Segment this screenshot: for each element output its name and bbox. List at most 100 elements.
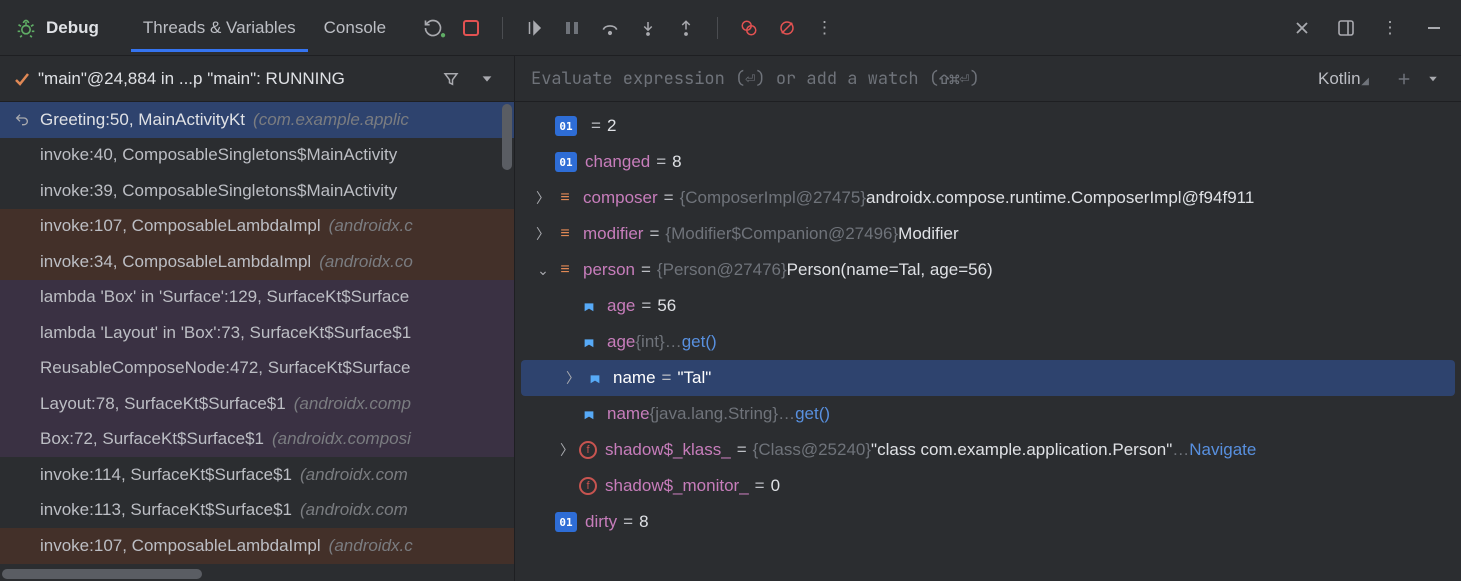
frame-label: lambda 'Layout' in 'Box':73, SurfaceKt$S… bbox=[40, 323, 411, 343]
step-over-icon[interactable] bbox=[599, 17, 621, 39]
int-icon: 01 bbox=[555, 512, 577, 532]
variable-action-link[interactable]: get() bbox=[682, 332, 717, 352]
add-watch-icon[interactable] bbox=[1393, 68, 1415, 90]
frame-row[interactable]: invoke:107, ComposableLambdaImpl (androi… bbox=[0, 528, 514, 564]
variable-value: "Tal" bbox=[677, 368, 711, 388]
debug-toolbar: ● ⋮ bbox=[422, 17, 836, 39]
frame-location: (androidx.com bbox=[300, 500, 408, 520]
debug-tab-bar: Debug Threads & Variables Console ● bbox=[0, 0, 1461, 56]
variables-tree[interactable]: ▸01= 2▸01changed = 8〉≡composer = {Compos… bbox=[515, 102, 1461, 581]
frame-location: (com.example.applic bbox=[253, 110, 409, 130]
chevron-down-icon[interactable] bbox=[474, 72, 500, 86]
pause-icon[interactable] bbox=[561, 17, 583, 39]
variable-value: 56 bbox=[657, 296, 676, 316]
frame-label: invoke:40, ComposableSingletons$MainActi… bbox=[40, 145, 397, 165]
variable-action-link[interactable]: get() bbox=[795, 404, 830, 424]
frames-pane: "main"@24,884 in ...p "main": RUNNING Gr… bbox=[0, 56, 515, 581]
language-selector[interactable]: Kotlin ◢ bbox=[1318, 69, 1369, 89]
vertical-scrollbar[interactable] bbox=[502, 104, 512, 170]
variable-value: Modifier bbox=[898, 224, 958, 244]
options-icon[interactable]: ⋮ bbox=[1379, 17, 1401, 39]
variable-value: 0 bbox=[771, 476, 780, 496]
variable-name: modifier bbox=[583, 224, 643, 244]
frame-row[interactable]: Box:72, SurfaceKt$Surface$1 (androidx.co… bbox=[0, 422, 514, 458]
horizontal-scrollbar[interactable] bbox=[2, 569, 202, 579]
evaluate-bar[interactable]: Evaluate expression (⏎) or add a watch (… bbox=[515, 56, 1461, 102]
frame-label: ReusableComposeNode:472, SurfaceKt$Surfa… bbox=[40, 358, 410, 378]
layout-icon[interactable] bbox=[1335, 17, 1357, 39]
frame-row[interactable]: lambda 'Layout' in 'Box':73, SurfaceKt$S… bbox=[0, 315, 514, 351]
variable-row[interactable]: ▸01changed = 8 bbox=[515, 144, 1461, 180]
frame-location: (androidx.composi bbox=[272, 429, 411, 449]
variable-row[interactable]: 〉fshadow$_klass_ = {Class@25240} "class … bbox=[515, 432, 1461, 468]
chevron-down-icon[interactable]: ⌄ bbox=[531, 262, 555, 279]
field-icon bbox=[579, 332, 599, 352]
variable-row[interactable]: ▸01= 2 bbox=[515, 108, 1461, 144]
int-icon: 01 bbox=[555, 152, 577, 172]
frame-location: (androidx.com bbox=[300, 465, 408, 485]
variable-row[interactable]: ▸fshadow$_monitor_ = 0 bbox=[515, 468, 1461, 504]
frame-label: invoke:114, SurfaceKt$Surface$1 bbox=[40, 465, 292, 485]
frame-label: Layout:78, SurfaceKt$Surface$1 bbox=[40, 394, 286, 414]
frame-row[interactable]: invoke:107, ComposableLambdaImpl (androi… bbox=[0, 209, 514, 245]
more-icon[interactable]: ⋮ bbox=[814, 17, 836, 39]
variable-name: dirty bbox=[585, 512, 617, 532]
step-out-icon[interactable] bbox=[675, 17, 697, 39]
chevron-right-icon[interactable]: 〉 bbox=[555, 440, 579, 460]
frame-row[interactable]: invoke:39, ComposableSingletons$MainActi… bbox=[0, 173, 514, 209]
frame-row[interactable]: invoke:40, ComposableSingletons$MainActi… bbox=[0, 138, 514, 174]
frame-row[interactable]: Greeting:50, MainActivityKt (com.example… bbox=[0, 102, 514, 138]
object-icon: ≡ bbox=[555, 188, 575, 208]
variable-type: {int} bbox=[635, 332, 664, 352]
filter-icon[interactable] bbox=[436, 70, 466, 88]
variable-name: name bbox=[613, 368, 656, 388]
mute-breakpoints-icon[interactable] bbox=[776, 17, 798, 39]
variable-row[interactable]: ⌄≡person = {Person@27476} Person(name=Ta… bbox=[515, 252, 1461, 288]
check-icon bbox=[14, 71, 30, 87]
resume-icon[interactable] bbox=[523, 17, 545, 39]
variable-row[interactable]: 〉≡composer = {ComposerImpl@27475} androi… bbox=[515, 180, 1461, 216]
frame-row[interactable]: Layout:78, SurfaceKt$Surface$1 (androidx… bbox=[0, 386, 514, 422]
variable-row[interactable]: ▸age {int} … get() bbox=[515, 324, 1461, 360]
variable-row[interactable]: 〉name = "Tal" bbox=[521, 360, 1455, 396]
chevron-right-icon[interactable]: 〉 bbox=[531, 188, 555, 208]
frame-label: Box:72, SurfaceKt$Surface$1 bbox=[40, 429, 264, 449]
variable-value: 2 bbox=[607, 116, 616, 136]
frame-row[interactable]: ReusableComposeNode:472, SurfaceKt$Surfa… bbox=[0, 351, 514, 387]
variable-name: name bbox=[607, 404, 650, 424]
variable-row[interactable]: ▸age = 56 bbox=[515, 288, 1461, 324]
frame-row[interactable]: invoke:114, SurfaceKt$Surface$1 (android… bbox=[0, 457, 514, 493]
evaluate-placeholder: Evaluate expression (⏎) or add a watch (… bbox=[531, 68, 1312, 90]
variable-value: 8 bbox=[639, 512, 648, 532]
variable-type: {ComposerImpl@27475} bbox=[680, 188, 866, 208]
variable-row[interactable]: ▸name {java.lang.String} … get() bbox=[515, 396, 1461, 432]
variable-row[interactable]: 〉≡modifier = {Modifier$Companion@27496} … bbox=[515, 216, 1461, 252]
frames-list[interactable]: Greeting:50, MainActivityKt (com.example… bbox=[0, 102, 514, 581]
frame-label: invoke:113, SurfaceKt$Surface$1 bbox=[40, 500, 292, 520]
chevron-right-icon[interactable]: 〉 bbox=[561, 368, 585, 388]
rerun-icon[interactable]: ● bbox=[422, 17, 444, 39]
frame-row[interactable]: lambda 'Box' in 'Surface':129, SurfaceKt… bbox=[0, 280, 514, 316]
variable-value: androidx.compose.runtime.ComposerImpl@f9… bbox=[866, 188, 1254, 208]
variable-type: {Person@27476} bbox=[657, 260, 787, 280]
final-field-icon: f bbox=[579, 477, 597, 495]
frame-label: invoke:107, ComposableLambdaImpl bbox=[40, 536, 321, 556]
tab-console[interactable]: Console bbox=[312, 4, 398, 52]
variable-name: composer bbox=[583, 188, 658, 208]
tab-threads-variables[interactable]: Threads & Variables bbox=[131, 4, 308, 52]
frame-row[interactable]: invoke:34, ComposableLambdaImpl (android… bbox=[0, 244, 514, 280]
close-icon[interactable] bbox=[1291, 17, 1313, 39]
frame-location: (androidx.comp bbox=[294, 394, 411, 414]
variable-action-link[interactable]: Navigate bbox=[1189, 440, 1256, 460]
frame-row[interactable]: invoke:113, SurfaceKt$Surface$1 (android… bbox=[0, 493, 514, 529]
bug-icon bbox=[16, 18, 36, 38]
variable-row[interactable]: ▸01dirty = 8 bbox=[515, 504, 1461, 540]
chevron-down-icon[interactable] bbox=[1421, 73, 1445, 85]
step-into-icon[interactable] bbox=[637, 17, 659, 39]
variables-pane: Evaluate expression (⏎) or add a watch (… bbox=[515, 56, 1461, 581]
stop-icon[interactable] bbox=[460, 17, 482, 39]
chevron-right-icon[interactable]: 〉 bbox=[531, 224, 555, 244]
minimize-icon[interactable] bbox=[1423, 17, 1445, 39]
thread-selector[interactable]: "main"@24,884 in ...p "main": RUNNING bbox=[0, 56, 514, 102]
view-breakpoints-icon[interactable] bbox=[738, 17, 760, 39]
